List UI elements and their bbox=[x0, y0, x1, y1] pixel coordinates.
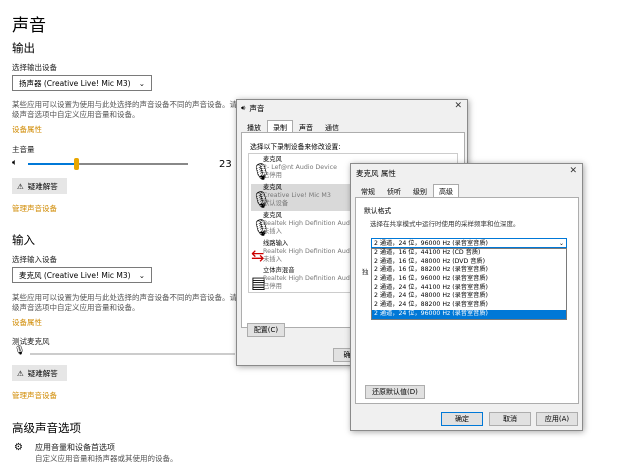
troubleshoot-label: 疑难解答 bbox=[27, 368, 58, 378]
restore-defaults-button[interactable]: 还原默认值(D) bbox=[365, 385, 425, 399]
input-manage-link[interactable]: 管理声音设备 bbox=[12, 390, 57, 401]
microphone-icon: 🎙︎ bbox=[251, 218, 272, 237]
chevron-down-icon: ⌄ bbox=[138, 78, 145, 88]
mic-properties-dialog: 麦克风 属性 ✕ 常规 侦听 级别 高级 默认格式 选择在共享模式中运行时使用的… bbox=[350, 163, 583, 431]
format-option[interactable]: 2 通道，24 位，48000 Hz (录音室音质) bbox=[372, 292, 566, 301]
volume-value: 23 bbox=[219, 159, 232, 170]
volume-slider-fill bbox=[28, 163, 76, 165]
output-heading: 输出 bbox=[12, 41, 35, 55]
format-option[interactable]: 2 通道，24 位，96000 Hz (录音室音质) bbox=[372, 309, 566, 319]
volume-slider-thumb[interactable] bbox=[74, 158, 79, 170]
warning-icon: ⚠ bbox=[17, 368, 24, 378]
app-volume-title[interactable]: 应用音量和设备首选项 bbox=[35, 442, 115, 453]
stereo-mix-icon: ▤ bbox=[251, 273, 267, 292]
cancel-button[interactable]: 取消 bbox=[489, 412, 531, 426]
properties-titlebar: 麦克风 属性 bbox=[356, 168, 396, 179]
input-device-value: 麦克风 (Creative Live! Mic M3) bbox=[19, 270, 131, 280]
output-properties-link[interactable]: 设备属性 bbox=[12, 124, 42, 135]
close-icon[interactable]: ✕ bbox=[454, 101, 462, 111]
default-format-label: 默认格式 bbox=[364, 207, 392, 215]
ok-button[interactable]: 确定 bbox=[441, 412, 483, 426]
speaker-icon[interactable]: 🔈︎ bbox=[12, 158, 17, 168]
format-options-list: 2 通道，16 位，44100 Hz (CD 音质) 2 通道，16 位，480… bbox=[371, 248, 567, 320]
microphone-icon: 🎙︎ bbox=[251, 190, 272, 209]
exclusive-label: 独 bbox=[362, 268, 369, 276]
format-dropdown[interactable]: 2 通道，24 位，96000 Hz (录音室音质) ⌄ bbox=[371, 238, 567, 248]
line-in-icon: ⇆ bbox=[251, 246, 265, 265]
advanced-panel: 默认格式 选择在共享模式中运行时使用的采样频率和位深度。 独 2 通道，24 位… bbox=[355, 197, 579, 404]
chevron-down-icon: ⌄ bbox=[138, 270, 145, 280]
output-select-label: 选择输出设备 bbox=[12, 63, 57, 72]
format-option[interactable]: 2 通道，16 位，88200 Hz (录音室音质) bbox=[372, 266, 566, 275]
format-instruction: 选择在共享模式中运行时使用的采样频率和位深度。 bbox=[370, 220, 520, 228]
mic-level-meter bbox=[30, 353, 235, 355]
input-troubleshoot-button[interactable]: ⚠ 疑难解答 bbox=[12, 365, 67, 381]
properties-title: 麦克风 属性 bbox=[356, 169, 396, 178]
recording-instruction: 选择以下录制设备来修改设置: bbox=[250, 143, 341, 151]
microphone-icon: 🎙︎ bbox=[14, 346, 26, 356]
volume-label: 主音量 bbox=[12, 145, 35, 154]
format-option[interactable]: 2 通道，24 位，88200 Hz (录音室音质) bbox=[372, 301, 566, 310]
microphone-icon: 🎙︎ bbox=[251, 162, 272, 181]
input-properties-link[interactable]: 设备属性 bbox=[12, 317, 42, 328]
input-device-dropdown[interactable]: 麦克风 (Creative Live! Mic M3) ⌄ bbox=[12, 267, 152, 283]
input-desc-2: 级声音选项中自定义应用音量和设备。 bbox=[12, 303, 140, 312]
apply-button[interactable]: 应用(A) bbox=[536, 412, 578, 426]
format-option[interactable]: 2 通道，16 位，96000 Hz (录音室音质) bbox=[372, 275, 566, 284]
output-manage-link[interactable]: 管理声音设备 bbox=[12, 203, 57, 214]
configure-button[interactable]: 配置(C) bbox=[247, 323, 285, 337]
input-heading: 输入 bbox=[12, 233, 35, 247]
page-title: 声音 bbox=[12, 16, 46, 36]
format-option[interactable]: 2 通道，16 位，44100 Hz (CD 音质) bbox=[372, 249, 566, 258]
chevron-down-icon: ⌄ bbox=[558, 240, 564, 247]
sound-icon: 🔊︎ bbox=[241, 104, 246, 112]
output-desc-2: 级声音选项中自定义应用音量和设备。 bbox=[12, 110, 140, 119]
output-troubleshoot-button[interactable]: ⚠ 疑难解答 bbox=[12, 178, 67, 194]
warning-icon: ⚠ bbox=[17, 181, 24, 191]
app-volume-icon: ⚙︎ bbox=[14, 442, 23, 453]
app-volume-desc: 自定义应用音量和扬声器或其使用的设备。 bbox=[35, 454, 178, 463]
sound-dialog-title: 声音 bbox=[249, 104, 265, 113]
close-icon[interactable]: ✕ bbox=[569, 166, 577, 176]
advanced-heading: 高级声音选项 bbox=[12, 421, 81, 435]
troubleshoot-label: 疑难解答 bbox=[27, 181, 58, 191]
output-device-dropdown[interactable]: 扬声器 (Creative Live! Mic M3) ⌄ bbox=[12, 75, 152, 91]
input-select-label: 选择输入设备 bbox=[12, 255, 57, 264]
sound-dialog-titlebar: 🔊︎ 声音 bbox=[241, 103, 264, 114]
format-dropdown-value: 2 通道，24 位，96000 Hz (录音室音质) bbox=[374, 240, 488, 247]
output-device-value: 扬声器 (Creative Live! Mic M3) bbox=[19, 78, 131, 88]
